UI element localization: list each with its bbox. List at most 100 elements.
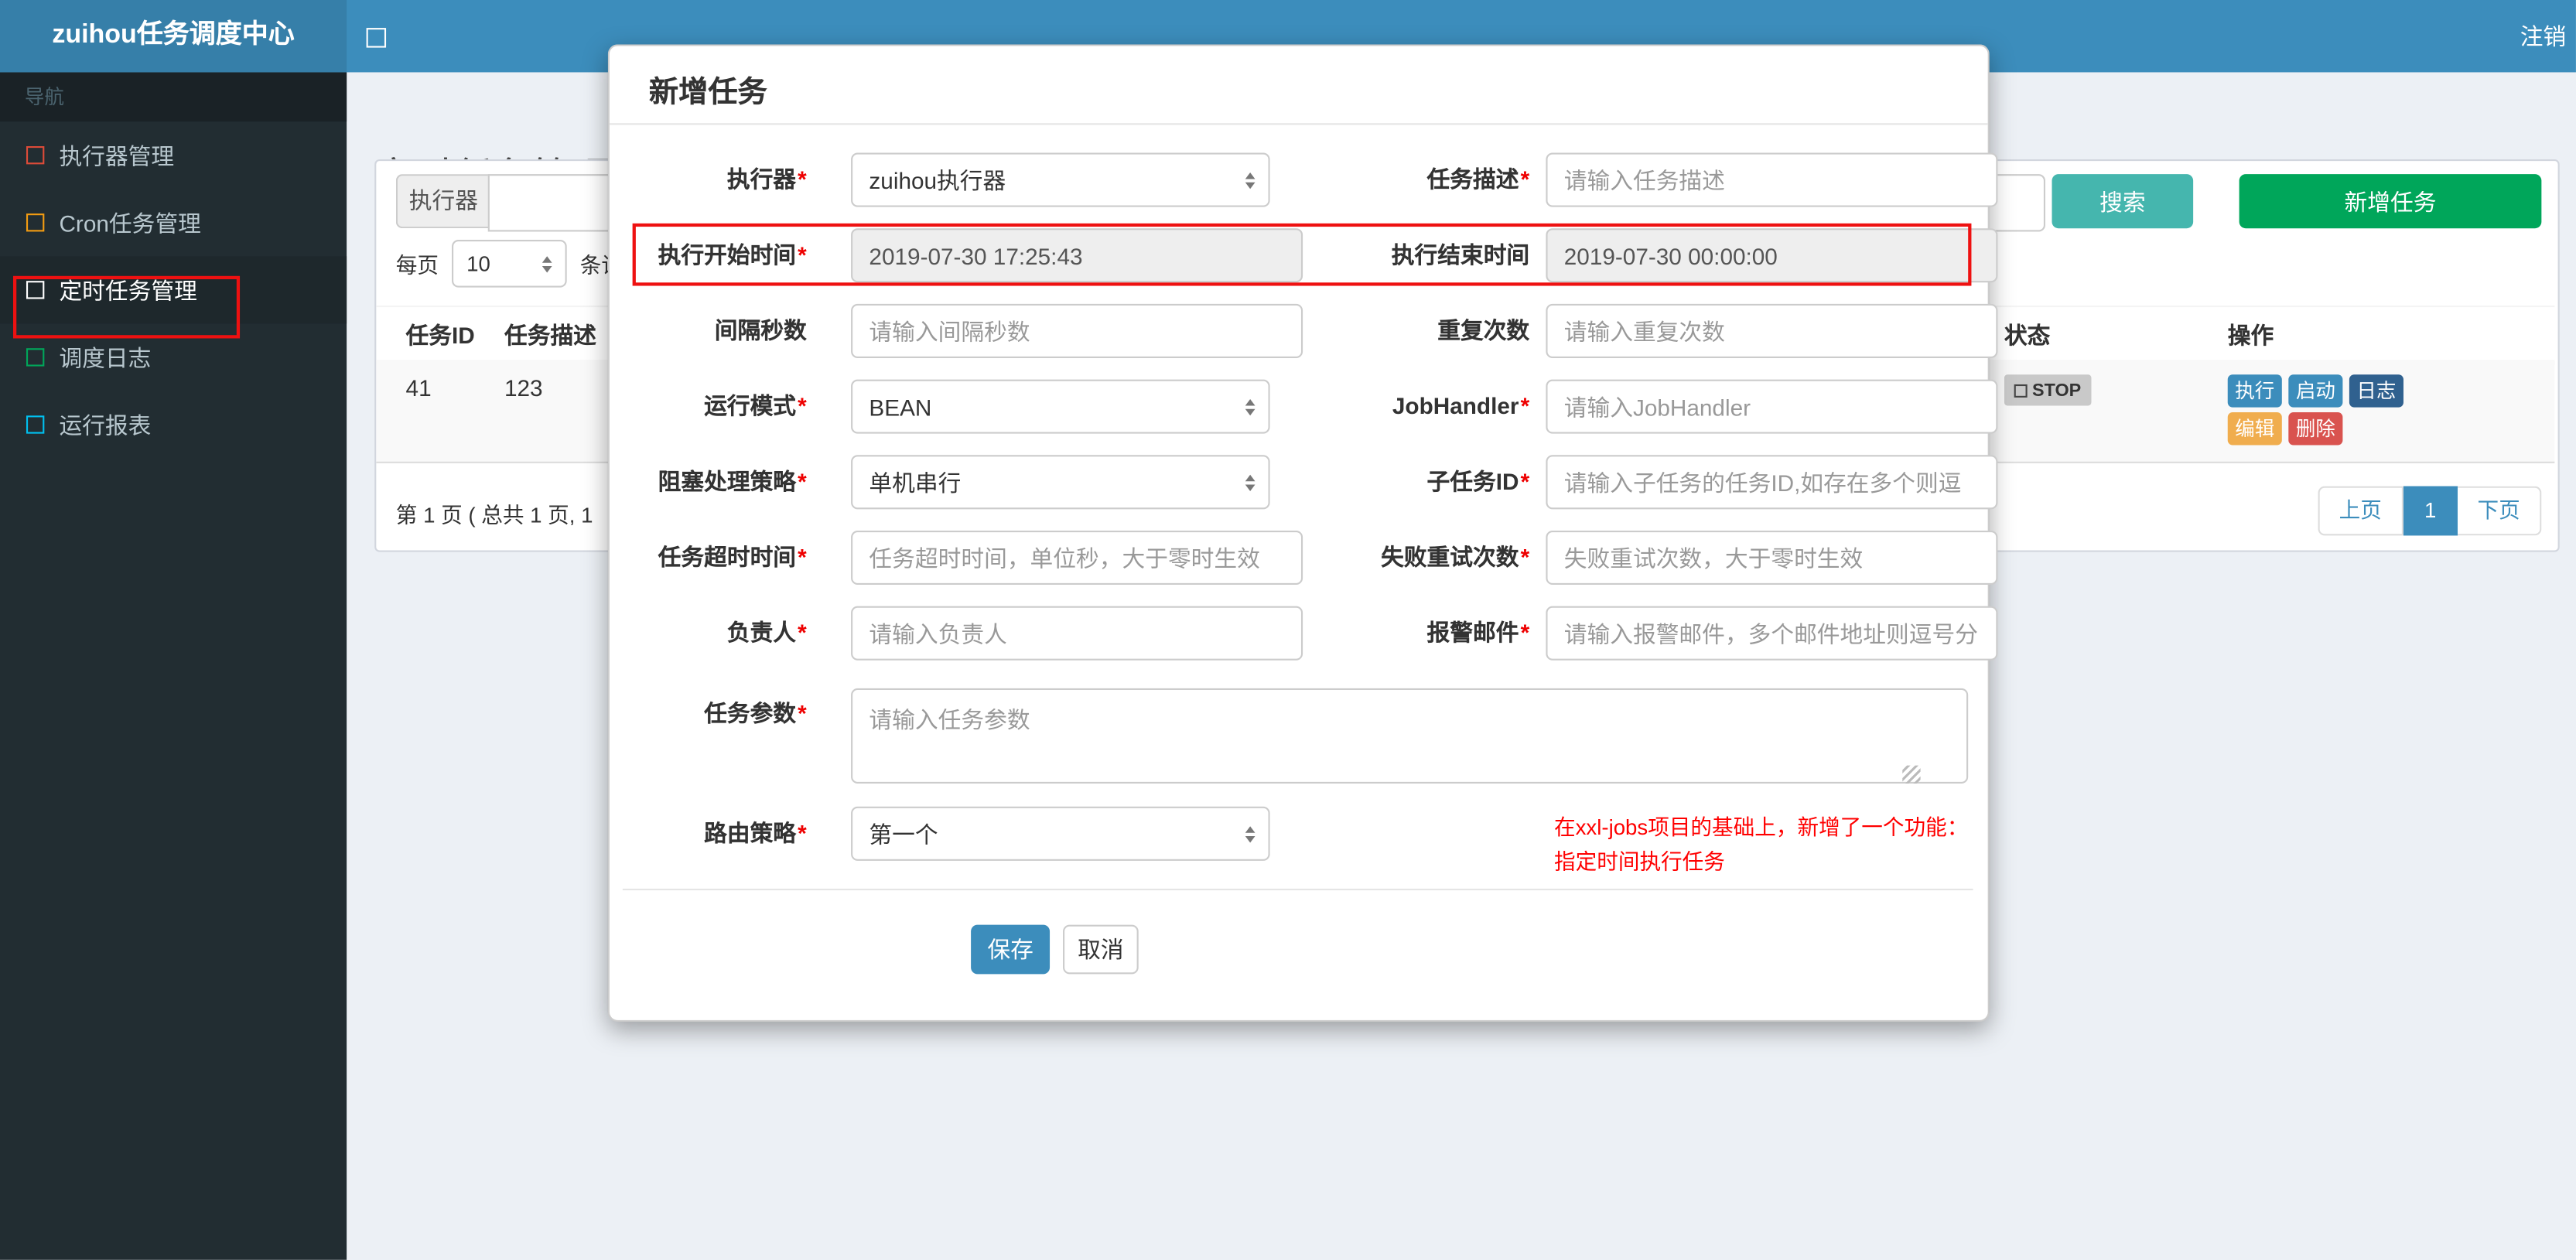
pagination: 上页 1 下页 [2317, 486, 2542, 536]
start-time-label: 执行开始时间 * [658, 241, 807, 268]
job-params-label: 任务参数 * [704, 699, 807, 726]
select-arrows-icon [1245, 825, 1256, 842]
sidebar-item-cron-task-management[interactable]: Cron任务管理 [0, 189, 347, 256]
sidebar-item-label: 执行器管理 [59, 142, 175, 169]
alarm-email-input[interactable] [1546, 606, 1998, 661]
form-row: 运行模式 * BEAN JobHandler * [610, 379, 1998, 434]
edit-button[interactable]: 编辑 [2227, 412, 2282, 446]
delete-button[interactable]: 删除 [2288, 412, 2343, 446]
app-window: zuihou任务调度中心 注销 导航 执行器管理 Cron任务管理 定时任务管理… [0, 0, 2576, 1260]
add-task-modal: 新增任务 执行器* zuihou执行器 任务描述* 执行开始时间* 执行结束时间… [607, 44, 1998, 1022]
col-header-actions: 操作 [2227, 322, 2274, 349]
sidebar-nav: 导航 执行器管理 Cron任务管理 定时任务管理 调度日志 运行报表 [0, 72, 347, 1260]
form-row: 阻塞处理策略 * 单机串行 子任务ID * [610, 455, 1998, 510]
task-desc-input[interactable] [1546, 152, 1998, 207]
select-arrows-icon [542, 255, 552, 272]
start-button[interactable]: 启动 [2288, 374, 2343, 408]
end-time-input[interactable] [1546, 228, 1998, 283]
sidebar-item-label: 定时任务管理 [59, 276, 197, 303]
block-strategy-label: 阻塞处理策略 * [658, 468, 807, 495]
select-arrows-icon [1245, 398, 1256, 415]
retry-count-input[interactable] [1546, 530, 1998, 586]
executor-select[interactable]: zuihou执行器 [851, 152, 1270, 207]
feature-note-line2: 指定时间执行任务 [1554, 849, 1725, 874]
task-desc-label: 任务描述 * [1426, 166, 1530, 193]
child-job-id-input[interactable] [1546, 455, 1998, 510]
cancel-button[interactable]: 取消 [1063, 924, 1139, 975]
alarm-email-label: 报警邮件 * [1426, 619, 1530, 646]
timeout-input[interactable] [851, 530, 1303, 586]
form-row: 间隔秒数 重复次数 [610, 303, 1998, 358]
pagination-summary: 第 1 页 ( 总共 1 页, 1 [395, 502, 593, 528]
per-page-select[interactable]: 10 [452, 240, 567, 288]
repeat-count-input[interactable] [1546, 303, 1998, 358]
col-header-task-desc: 任务描述 [504, 322, 596, 349]
jobhandler-input[interactable] [1546, 379, 1998, 434]
modal-title: 新增任务 [648, 75, 767, 109]
run-button[interactable]: 执行 [2227, 374, 2282, 408]
jobhandler-label: JobHandler * [1392, 392, 1530, 419]
square-icon [26, 281, 45, 299]
repeat-count-label: 重复次数 [1437, 316, 1530, 343]
form-row: 执行器 * zuihou执行器 任务描述 * [610, 152, 1998, 207]
feature-note: 在xxl-jobs项目的基础上，新增了一个功能： 指定时间执行任务 [1554, 810, 1984, 879]
sidebar-toggle-icon[interactable] [366, 28, 387, 48]
select-arrows-icon [1245, 473, 1256, 490]
sidebar-item-label: 调度日志 [59, 343, 152, 370]
feature-note-line1: 在xxl-jobs项目的基础上，新增了一个功能： [1554, 814, 1969, 840]
block-strategy-select[interactable]: 单机串行 [851, 455, 1270, 510]
search-button[interactable]: 搜索 [2052, 174, 2194, 229]
sidebar-item-run-report[interactable]: 运行报表 [0, 391, 347, 458]
child-job-id-label: 子任务ID * [1426, 468, 1530, 495]
route-strategy-label: 路由策略 * [704, 819, 807, 846]
status-badge: STOP [2004, 374, 2091, 406]
start-time-input[interactable] [851, 228, 1303, 283]
log-button[interactable]: 日志 [2349, 374, 2403, 408]
sidebar-item-scheduled-task-management[interactable]: 定时任务管理 [0, 256, 347, 324]
square-icon [26, 146, 45, 165]
add-task-button[interactable]: 新增任务 [2239, 174, 2542, 229]
logout-link[interactable]: 注销 [2504, 0, 2576, 72]
executor-filter-label: 执行器 [395, 174, 490, 229]
next-page-button[interactable]: 下页 [2458, 486, 2542, 536]
stop-icon [2014, 383, 2028, 397]
sidebar-item-label: Cron任务管理 [59, 209, 201, 236]
app-brand: zuihou任务调度中心 [0, 0, 347, 73]
select-arrows-icon [1245, 171, 1256, 189]
interval-seconds-input[interactable] [851, 303, 1303, 358]
square-icon [26, 213, 45, 232]
sidebar-item-dispatch-log[interactable]: 调度日志 [0, 323, 347, 391]
run-mode-select[interactable]: BEAN [851, 379, 1270, 434]
executor-label: 执行器 * [726, 166, 807, 193]
form-row: 任务超时时间* 失败重试次数* [610, 530, 1998, 586]
end-time-label: 执行结束时间 [1391, 241, 1530, 268]
cell-task-desc: 123 [504, 374, 543, 401]
retry-count-label: 失败重试次数 * [1381, 543, 1530, 570]
modal-divider [622, 888, 1973, 891]
form-row: 负责人* 报警邮件* [610, 606, 1998, 661]
job-params-textarea[interactable] [851, 688, 1969, 784]
save-button[interactable]: 保存 [971, 924, 1051, 975]
per-page-control: 每页 10 条记 [395, 240, 623, 288]
owner-input[interactable] [851, 606, 1303, 661]
prev-page-button[interactable]: 上页 [2317, 486, 2403, 536]
current-page-button[interactable]: 1 [2403, 486, 2458, 536]
run-mode-label: 运行模式 * [704, 392, 807, 419]
per-page-value: 10 [466, 251, 490, 276]
form-row-datetime: 执行开始时间* 执行结束时间 [610, 228, 1998, 283]
modal-header: 新增任务 [609, 46, 1988, 125]
sidebar-item-label: 运行报表 [59, 411, 152, 438]
square-icon [26, 348, 45, 367]
resize-grip-icon[interactable] [1902, 765, 1921, 784]
square-icon [26, 415, 45, 434]
sidebar-header: 导航 [0, 72, 347, 122]
interval-label: 间隔秒数 [714, 316, 807, 343]
sidebar-item-executor-management[interactable]: 执行器管理 [0, 121, 347, 189]
col-header-status: 状态 [2004, 322, 2051, 349]
per-page-prefix: 每页 [395, 253, 439, 278]
col-header-task-id: 任务ID [405, 322, 475, 349]
owner-label: 负责人 * [726, 619, 807, 646]
cell-task-id: 41 [405, 374, 432, 401]
timeout-label: 任务超时时间 * [658, 543, 807, 570]
route-strategy-select[interactable]: 第一个 [851, 806, 1270, 861]
